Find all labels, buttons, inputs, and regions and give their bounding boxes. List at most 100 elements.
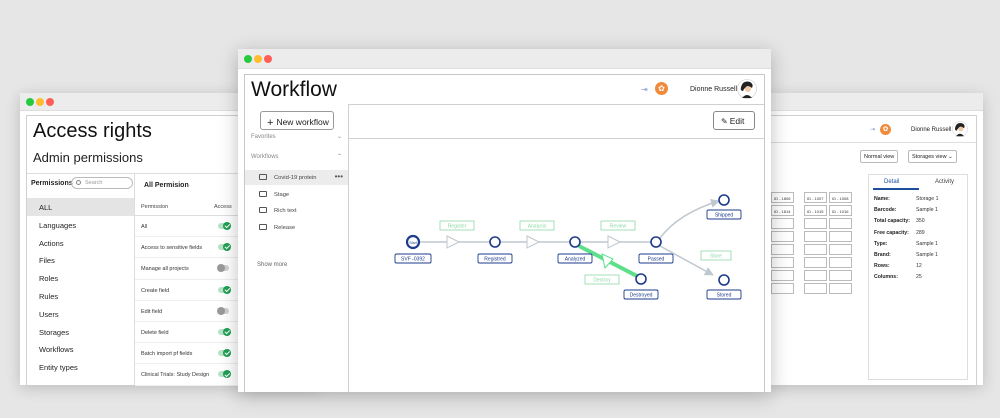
edge-labels: Register Analysis Review Destroy Store (439, 220, 732, 285)
storage-cell[interactable] (829, 218, 852, 229)
storage-cell[interactable] (771, 257, 794, 268)
workflow-item[interactable]: Release (245, 220, 348, 235)
storage-cell[interactable] (771, 270, 794, 281)
storage-cell[interactable] (771, 218, 794, 229)
workflow-item[interactable]: Stage (245, 187, 348, 202)
detail-key: Rows: (874, 263, 890, 270)
storage-cell[interactable] (829, 231, 852, 242)
show-more-link[interactable]: Show more (257, 262, 287, 268)
workflow-item[interactable]: Rich text (245, 203, 348, 218)
storage-cell[interactable] (771, 283, 794, 294)
node-label: Registred (484, 256, 506, 262)
storage-cell[interactable] (804, 244, 827, 255)
edge-passed-shipped[interactable] (659, 199, 720, 239)
permission-item[interactable]: Actions (27, 234, 134, 252)
avatar[interactable] (737, 79, 757, 99)
chevron-down-icon[interactable]: ⌄ (337, 133, 342, 140)
node-label: Stored (717, 292, 732, 298)
detail-key: Barcode: (874, 207, 897, 214)
storage-cell[interactable] (829, 270, 852, 281)
node-label: Destroyed (630, 292, 653, 298)
access-toggle[interactable] (218, 327, 231, 336)
access-toggle[interactable] (217, 264, 229, 273)
node-shipped[interactable]: Shipped (706, 194, 742, 220)
storage-cell[interactable]: ID - 1008 (829, 192, 852, 203)
detail-value: 289 (916, 229, 925, 236)
storage-cell[interactable] (804, 270, 827, 281)
title-bar (768, 93, 983, 111)
permission-item[interactable]: Entity types (27, 358, 134, 376)
access-toggle[interactable] (218, 243, 231, 252)
user-name: Dionne Russell (690, 86, 738, 93)
maximize-button[interactable] (244, 55, 252, 63)
normal-view-button[interactable]: Normal view (860, 150, 899, 163)
arrow-icon (607, 235, 622, 249)
access-toggle[interactable] (217, 306, 229, 315)
storage-cell[interactable] (804, 283, 827, 294)
node-registred[interactable]: Registred (477, 236, 513, 264)
detail-value: Sample 1 (916, 240, 938, 247)
storages-view-select[interactable]: Storages view ⌄ (908, 150, 957, 163)
storage-cell[interactable]: ID - 1007 (804, 192, 827, 203)
node-start[interactable]: Start SVF -0392 (394, 234, 432, 264)
storage-cell[interactable] (804, 218, 827, 229)
edge-label-review: Review (610, 224, 627, 230)
node-destroyed[interactable]: Destroyed (623, 273, 659, 300)
storage-cell[interactable]: ID - 1016 (829, 205, 852, 216)
close-button[interactable] (46, 98, 54, 106)
permission-item[interactable]: Roles (27, 269, 134, 287)
logout-icon[interactable]: ⇥ (870, 126, 875, 133)
logout-icon[interactable]: ⇥ (641, 85, 648, 94)
settings-icon[interactable]: ✿ (880, 124, 891, 135)
permission-item[interactable]: Workflows (27, 340, 134, 358)
workflow-item[interactable]: Covid-19 protein ••• (245, 170, 348, 185)
favorites-section[interactable]: Favorites (251, 134, 276, 140)
close-button[interactable] (264, 55, 272, 63)
storage-cell[interactable] (829, 244, 852, 255)
permission-item[interactable]: Files (27, 251, 134, 269)
minimize-button[interactable] (36, 98, 44, 106)
col-access: Access (214, 204, 232, 210)
page-title: Access rights (33, 120, 152, 142)
avatar[interactable] (952, 121, 968, 137)
permissions-list: ALL Languages Actions Files Roles Rules Users S… (27, 198, 134, 376)
tab-activity[interactable]: Activity (935, 179, 954, 185)
new-workflow-button[interactable]: + New workflow (260, 111, 334, 130)
more-icon[interactable]: ••• (335, 172, 343, 181)
permission-label: All (141, 224, 148, 230)
access-toggle[interactable] (218, 222, 231, 230)
storage-cell[interactable]: ID - 1806 (771, 192, 794, 203)
storage-cell[interactable]: ID - 1015 (804, 205, 827, 216)
detail-value: 25 (916, 274, 922, 281)
toggle-knob (217, 306, 225, 315)
storage-cell[interactable]: ID - 1814 (771, 205, 794, 216)
access-toggle[interactable] (218, 370, 231, 379)
edit-button[interactable]: ✎ Edit (713, 111, 755, 130)
permission-item[interactable]: Rules (27, 287, 134, 305)
storage-cell[interactable] (829, 257, 852, 268)
access-toggle[interactable] (218, 349, 231, 358)
folder-icon (259, 190, 267, 197)
storage-cell[interactable] (829, 283, 852, 294)
permission-label: Edit field (141, 308, 163, 315)
access-toggle[interactable] (218, 285, 231, 294)
workflow-item-label: Covid-19 protein (274, 175, 317, 181)
permission-item[interactable]: Users (27, 305, 134, 323)
storage-cell[interactable] (771, 244, 794, 255)
chevron-up-icon[interactable]: ⌃ (337, 153, 342, 160)
permission-item[interactable]: ALL (27, 198, 134, 216)
permission-item[interactable]: Storages (27, 323, 134, 341)
storage-cell[interactable] (804, 231, 827, 242)
settings-icon[interactable]: ✿ (655, 82, 668, 95)
storage-cell[interactable] (804, 257, 827, 268)
permission-item[interactable]: Languages (27, 216, 134, 234)
tab-detail[interactable]: Detail (884, 179, 899, 185)
col-permission: Permission (141, 204, 169, 210)
minimize-button[interactable] (254, 55, 262, 63)
detail-value: 350 (916, 218, 925, 225)
permissions-search-input[interactable]: Search (71, 177, 133, 189)
node-stored[interactable]: Stored (706, 274, 742, 300)
workflows-section[interactable]: Workflows (251, 154, 279, 160)
maximize-button[interactable] (26, 98, 34, 106)
storage-cell[interactable] (771, 231, 794, 242)
